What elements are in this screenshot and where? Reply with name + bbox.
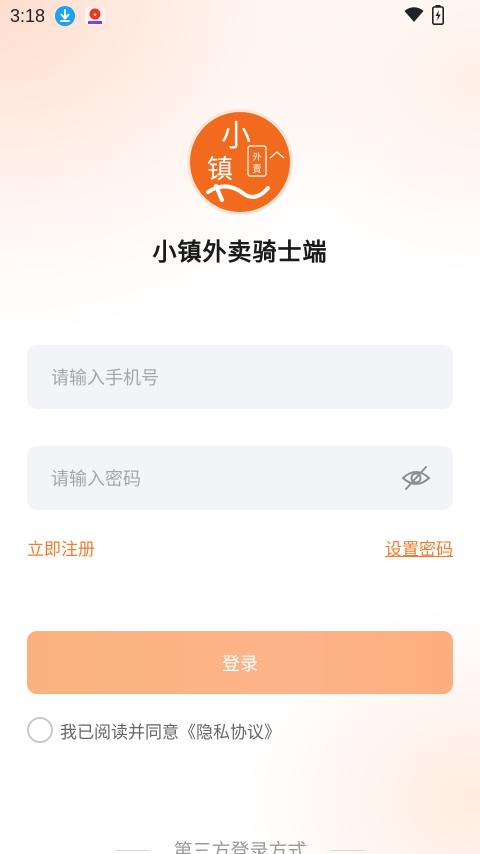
agreement-checkbox[interactable] [27, 717, 53, 743]
svg-text:小: 小 [221, 119, 251, 154]
app-logo: 小 镇 外 賣 [187, 109, 293, 215]
app-title: 小镇外卖骑士端 [152, 238, 328, 266]
status-bar: 3:18 ★ [0, 0, 480, 34]
divider-right [330, 850, 364, 851]
agreement-text: 我已阅读并同意《隐私协议》 [60, 718, 281, 743]
register-link[interactable]: 立即注册 [27, 535, 95, 560]
svg-text:镇: 镇 [207, 155, 233, 185]
phone-input[interactable] [49, 345, 393, 411]
login-button[interactable]: 登录 [27, 631, 453, 694]
third-party-login-section: 第三方登录方式 [0, 836, 480, 854]
status-time: 3:18 [10, 6, 46, 26]
svg-text:賣: 賣 [252, 163, 261, 175]
svg-text:外: 外 [252, 151, 261, 163]
svg-text:★: ★ [92, 12, 97, 19]
battery-charging-icon [432, 5, 444, 25]
reset-password-link[interactable]: 设置密码 [385, 535, 453, 560]
app-badge-icon: ★ [85, 7, 105, 25]
phone-field [27, 345, 453, 411]
wifi-icon [404, 7, 424, 22]
download-icon [55, 6, 75, 26]
eye-off-icon[interactable] [401, 464, 431, 492]
password-field [27, 446, 453, 512]
agreement-prefix: 我已阅读并同意 [60, 723, 179, 743]
privacy-agreement-link[interactable]: 《隐私协议》 [179, 723, 281, 743]
password-input[interactable] [49, 446, 393, 512]
third-party-login-label: 第三方登录方式 [173, 840, 307, 854]
